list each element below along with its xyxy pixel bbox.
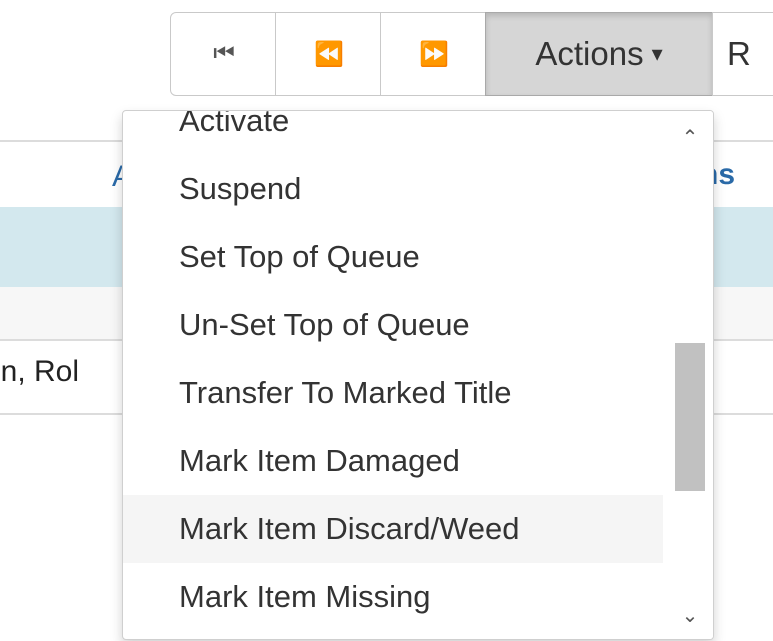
menu-item-mark-item-damaged[interactable]: Mark Item Damaged xyxy=(123,427,663,495)
next-toolbar-button-partial[interactable]: R xyxy=(712,12,773,96)
caret-down-icon: ▾ xyxy=(651,41,663,66)
next-page-icon: ⏩ xyxy=(419,40,449,68)
previous-page-button[interactable]: ⏪ xyxy=(275,12,381,96)
next-page-button[interactable]: ⏩ xyxy=(380,12,486,96)
table-cell-name: in, Rol xyxy=(0,355,80,388)
previous-page-icon: ⏪ xyxy=(314,40,344,68)
scroll-up-icon[interactable]: ⌃ xyxy=(667,117,713,157)
actions-dropdown-button[interactable]: Actions ▾ xyxy=(485,12,713,96)
actions-dropdown-menu: Activate Suspend Set Top of Queue Un-Set… xyxy=(122,110,714,640)
actions-label: Actions xyxy=(535,35,644,72)
menu-item-transfer-to-marked-title[interactable]: Transfer To Marked Title xyxy=(123,359,663,427)
scroll-thumb[interactable] xyxy=(675,343,705,491)
menu-item-activate[interactable]: Activate xyxy=(123,111,663,155)
pagination-toolbar: ⏮ ⏪ ⏩ Actions ▾ R xyxy=(170,12,773,96)
menu-item-mark-item-missing[interactable]: Mark Item Missing xyxy=(123,563,663,631)
toolbar-button-label: R xyxy=(727,35,751,72)
first-page-icon: ⏮ xyxy=(213,40,235,67)
scroll-down-icon[interactable]: ⌄ xyxy=(667,595,713,635)
actions-menu-list: Activate Suspend Set Top of Queue Un-Set… xyxy=(123,111,663,631)
first-page-button[interactable]: ⏮ xyxy=(170,12,276,96)
menu-item-suspend[interactable]: Suspend xyxy=(123,155,663,223)
menu-item-set-top-of-queue[interactable]: Set Top of Queue xyxy=(123,223,663,291)
menu-item-unset-top-of-queue[interactable]: Un-Set Top of Queue xyxy=(123,291,663,359)
menu-item-mark-item-discard-weed[interactable]: Mark Item Discard/Weed xyxy=(123,495,663,563)
menu-scrollbar[interactable]: ⌃ ⌄ xyxy=(667,111,713,639)
scroll-track[interactable] xyxy=(675,157,705,595)
